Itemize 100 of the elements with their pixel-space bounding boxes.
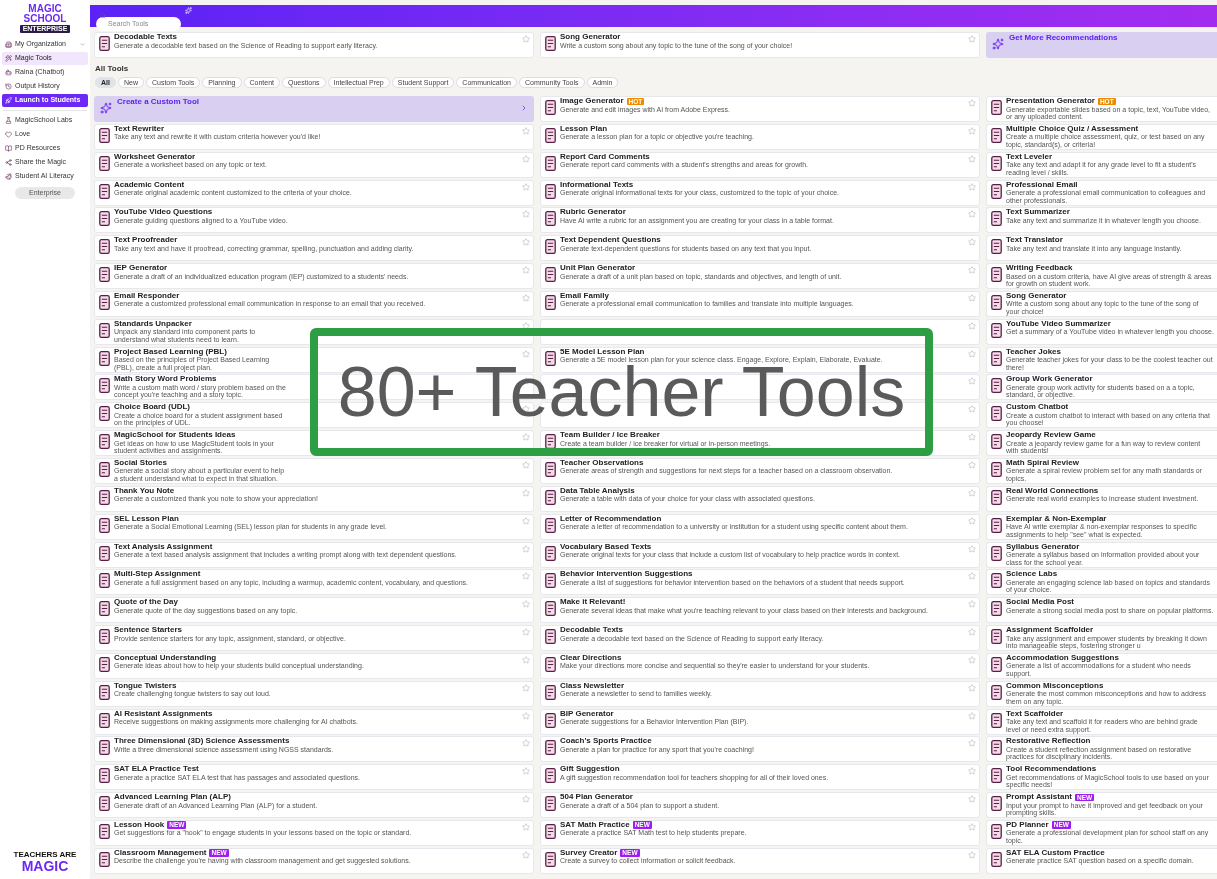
tool-icon [991, 796, 1002, 812]
tool-title: Text Leveler [1006, 152, 1053, 162]
tool-icon [545, 350, 556, 366]
tool-title: Custom Chatbot [1006, 403, 1069, 412]
tool-icon [545, 740, 556, 756]
tool-title: Academic Content [114, 180, 185, 190]
tool-icon [545, 434, 556, 450]
tool-title: Image Generator [560, 97, 624, 106]
tool-icon [545, 127, 556, 143]
tool-title: Class Newsletter [560, 681, 625, 691]
tool-title: Teacher Jokes [1006, 347, 1061, 357]
tool-title: Choice Board (UDL) [114, 403, 190, 412]
tool-title: Jeopardy Review Game [1006, 431, 1096, 440]
sparkles-icon [100, 102, 112, 114]
tool-icon [991, 239, 1002, 255]
tool-icon [545, 573, 556, 589]
tool-title: Classroom Management [114, 848, 207, 858]
tool-icon [99, 489, 110, 505]
tool-icon [991, 378, 1002, 394]
tool-title: YouTube Video Summarizer [1006, 319, 1111, 329]
tool-icon [991, 656, 1002, 672]
tool-title: Group Work Generator [1006, 375, 1093, 384]
tool-icon [99, 155, 110, 171]
tool-icon [991, 322, 1002, 338]
tool-icon [545, 768, 556, 784]
tool-icon [99, 545, 110, 561]
tool-title: Syllabus Generator [1006, 542, 1080, 551]
tool-title: Report Card Comments [560, 152, 650, 162]
tool-title: YouTube Video Questions [114, 208, 213, 217]
tool-title: AI Resistant Assignments [114, 709, 213, 719]
tool-icon [991, 406, 1002, 422]
tool-title: Song Generator [1006, 291, 1067, 301]
tool-title: Common Misconceptions [1006, 681, 1104, 691]
tool-title: Decodable Texts [114, 33, 177, 42]
tool-title: IEP Generator [114, 264, 168, 273]
tool-icon [99, 712, 110, 728]
tool-icon [99, 684, 110, 700]
logo-text: SCHOOL [23, 14, 67, 24]
tool-title: Text Dependent Questions [560, 236, 661, 245]
tool-icon [99, 378, 110, 394]
tool-title: Multi-Step Assignment [114, 570, 201, 579]
tool-title: Text Scaffolder [1006, 709, 1064, 719]
create-custom-tool-card[interactable]: Create a Custom Tool [94, 96, 534, 122]
tool-title: Presentation Generator [1006, 97, 1095, 106]
recommendations-card[interactable]: Get More Recommendations [986, 32, 1217, 58]
tool-icon [991, 573, 1002, 589]
share-icon [5, 159, 12, 166]
tool-title: Make it Relevant! [560, 598, 626, 607]
tool-title: Assignment Scaffolder [1006, 626, 1094, 635]
tool-title: Social Stories [114, 458, 167, 468]
tool-icon [545, 36, 556, 51]
clock-icon [5, 83, 12, 90]
tool-title: Science Labs [1006, 570, 1058, 579]
tool-icon [99, 322, 110, 338]
tool-icon [545, 294, 556, 310]
tool-title: SAT Math Practice [560, 820, 630, 830]
tool-title: Professional Email [1006, 180, 1078, 190]
heart-icon [5, 131, 12, 138]
tool-title: Lesson Plan [560, 124, 608, 134]
tool-title: Informational Texts [560, 180, 634, 190]
tool-icon [99, 239, 110, 255]
flask-icon [5, 117, 12, 124]
tool-icon [545, 183, 556, 199]
tool-title: Text Proofreader [114, 236, 178, 245]
tool-title: Letter of Recommendation [560, 514, 662, 524]
tool-icon [991, 851, 1002, 867]
tool-icon [99, 601, 110, 617]
tool-title: Gift Suggestion [560, 765, 620, 774]
tool-title: Clear Directions [560, 653, 622, 663]
tool-icon [545, 100, 556, 115]
tool-title: Unit Plan Generator [560, 264, 636, 273]
tool-title: Text Rewriter [114, 124, 165, 134]
tool-title: Decodable Texts [560, 626, 623, 635]
tool-icon [545, 656, 556, 672]
sparkles-icon [185, 7, 192, 14]
tool-icon [545, 517, 556, 533]
tool-icon [545, 211, 556, 227]
tool-icon [991, 684, 1002, 700]
tool-icon [99, 461, 110, 477]
tool-icon [99, 573, 110, 589]
tool-title: Tongue Twisters [114, 681, 177, 691]
tool-title: Prompt Assistant [1006, 793, 1072, 802]
tool-title: 5E Model Lesson Plan [560, 347, 645, 357]
tool-title: Email Responder [114, 291, 180, 301]
tool-icon [99, 796, 110, 812]
tool-icon [545, 684, 556, 700]
tool-icon [545, 461, 556, 477]
logo-text: MAGIC [21, 859, 69, 873]
tool-icon [991, 545, 1002, 561]
tool-title: Social Media Post [1006, 598, 1075, 607]
logo-text: MAGIC [28, 4, 62, 14]
tool-title: Exemplar & Non-Exemplar [1006, 514, 1107, 524]
tool-icon [991, 434, 1002, 450]
tool-icon [99, 183, 110, 199]
tool-title: BIP Generator [560, 709, 614, 719]
tool-icon [991, 601, 1002, 617]
tool-title: Survey Creator [560, 848, 618, 858]
tool-title: SAT ELA Custom Practice [1006, 848, 1105, 858]
tool-icon [991, 712, 1002, 728]
tool-icon [991, 294, 1002, 310]
